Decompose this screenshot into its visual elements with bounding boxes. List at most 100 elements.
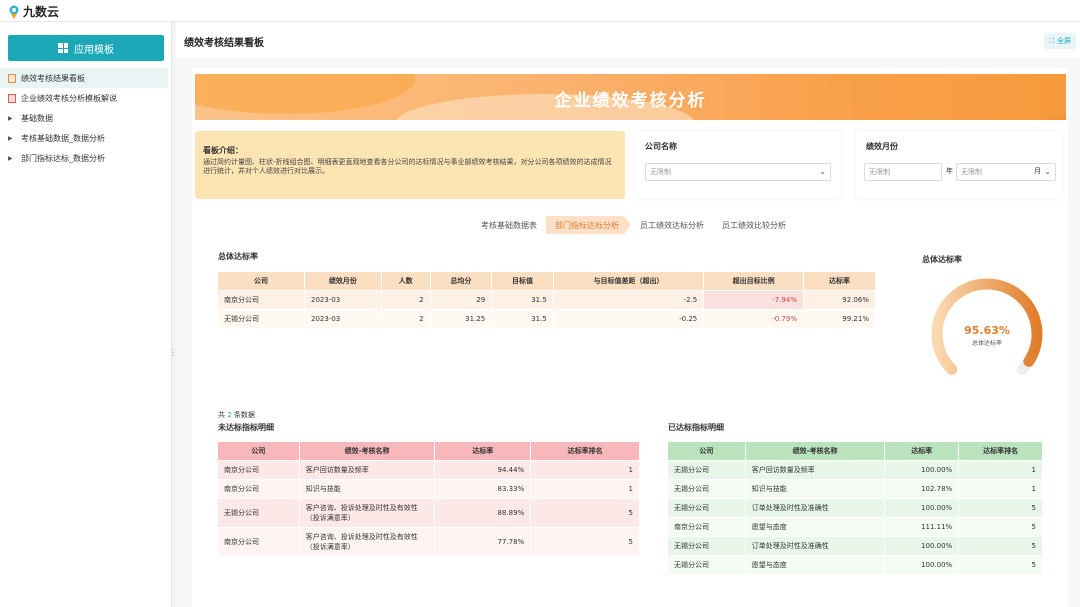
- logo-text: 九数云: [23, 5, 60, 19]
- tab-employee-compare[interactable]: 员工绩效比较分析: [713, 216, 795, 234]
- table-row[interactable]: 无锡分公司 愿望与态度 100.00% 5: [667, 555, 1043, 575]
- column-header: 达标率排名: [958, 441, 1043, 461]
- table-cell: 愿望与态度: [744, 517, 886, 537]
- table-cell: 南京分公司: [217, 479, 300, 499]
- banner-title: 企业绩效考核分析: [554, 91, 707, 111]
- table-cell: 知识与技能: [298, 479, 436, 499]
- table-cell: 5: [530, 498, 640, 528]
- column-header: 总均分: [429, 271, 493, 291]
- unmet-table: 公司 绩效-考核名称 达标率 达标率排名 南京分公司 客户回访数量及频率 94.44% 1 南…: [217, 441, 640, 557]
- sidebar-item-label: 绩效考核结果看板: [21, 73, 85, 83]
- table-row[interactable]: 南京分公司 客户咨询、投诉处理及时性及有效性（投诉满意率） 77.78% 5: [217, 527, 640, 557]
- dashboard-icon: [8, 73, 16, 83]
- table-row[interactable]: 无锡分公司 订单处理及时性及准确性 100.00% 5: [667, 498, 1043, 518]
- table-cell: 客户咨询、投诉处理及时性及有效性（投诉满意率）: [298, 527, 436, 557]
- year-select[interactable]: 无限制: [864, 163, 942, 181]
- table-cell: 无锡分公司: [667, 555, 746, 575]
- table-cell: -0.25: [552, 309, 705, 329]
- table-row[interactable]: 南京分公司 2023-03 2 29 31.5 -2.5 -7.94% 92.06%: [216, 290, 877, 310]
- app-template-button[interactable]: 应用模板: [8, 35, 164, 61]
- month-select-value: 无限制: [961, 168, 982, 176]
- table-cell: 92.06%: [802, 290, 877, 310]
- unmet-title: 未达标指标明细: [218, 423, 274, 432]
- chevron-down-icon: ⌄: [1044, 167, 1051, 176]
- table-row[interactable]: 无锡分公司 客户咨询、投诉处理及时性及有效性（投诉满意率） 88.89% 5: [217, 498, 640, 528]
- table-cell: 100.00%: [884, 536, 960, 556]
- table-row[interactable]: 无锡分公司 知识与技能 102.78% 1: [667, 479, 1043, 499]
- table-cell: 77.78%: [434, 527, 532, 557]
- total-count: 共 2 条数据: [218, 411, 255, 419]
- table-row[interactable]: 南京分公司 知识与技能 83.33% 1: [217, 479, 640, 499]
- month-select[interactable]: 无限制 月 ⌄: [956, 163, 1056, 181]
- sidebar-item-basic-data[interactable]: ▶ 基础数据: [0, 108, 172, 128]
- table-cell: 2: [380, 309, 431, 329]
- table-cell: 知识与技能: [744, 479, 886, 499]
- table-cell: 5: [958, 517, 1043, 537]
- gauge-label: 总体达标率: [971, 340, 1002, 347]
- column-header: 达标率: [884, 441, 960, 461]
- column-header: 超出目标比例: [703, 271, 804, 291]
- page-header: 绩效考核结果看板 ⛶ 全屏: [176, 22, 1080, 58]
- table-row[interactable]: 无锡分公司 订单处理及时性及准确性 100.00% 5: [667, 536, 1043, 556]
- table-cell: 无锡分公司: [216, 309, 306, 329]
- table-row[interactable]: 无锡分公司 2023-03 2 31.25 31.5 -0.25 -0.79% 99.21%: [216, 309, 877, 329]
- month-filter-label: 绩效月份: [866, 142, 898, 151]
- main-content: 绩效考核结果看板 ⛶ 全屏 企业绩效考核分析 看板介绍： 通过简约计量图、柱状-…: [176, 22, 1080, 607]
- column-header: 绩效-考核名称: [744, 441, 886, 461]
- table-cell: 无锡分公司: [667, 460, 746, 480]
- logo-icon: [9, 5, 19, 19]
- sidebar-item-dashboard[interactable]: 绩效考核结果看板: [0, 68, 168, 88]
- tab-basic-data[interactable]: 考核基础数据表: [472, 216, 546, 234]
- fullscreen-label: 全屏: [1057, 37, 1071, 45]
- logo[interactable]: 九数云: [8, 3, 59, 20]
- document-icon: [8, 93, 16, 103]
- table-cell: 客户回访数量及频率: [744, 460, 886, 480]
- company-filter-label: 公司名称: [645, 142, 677, 151]
- sidebar-item-label: 部门指标达标_数据分析: [21, 153, 105, 163]
- app-template-label: 应用模板: [74, 44, 114, 56]
- tab-department-analysis[interactable]: 部门指标达标分析: [546, 216, 631, 234]
- table-cell: 1: [958, 479, 1043, 499]
- table-cell: 102.78%: [884, 479, 960, 499]
- intro-title: 看板介绍：: [203, 146, 243, 155]
- sidebar-item-assessment-analysis[interactable]: ▶ 考核基础数据_数据分析: [0, 128, 172, 148]
- sidebar-item-department-analysis[interactable]: ▶ 部门指标达标_数据分析: [0, 148, 172, 168]
- month-suffix: 月: [1034, 167, 1041, 175]
- table-cell: 客户咨询、投诉处理及时性及有效性（投诉满意率）: [298, 498, 436, 528]
- table-cell: 无锡分公司: [667, 536, 746, 556]
- table-row[interactable]: 南京分公司 客户回访数量及频率 94.44% 1: [217, 460, 640, 480]
- intro-box: 看板介绍： 通过简约计量图、柱状-折线组合图、明细表更直观地查看各分公司的达标情…: [195, 131, 625, 199]
- page-title: 绩效考核结果看板: [184, 38, 264, 49]
- fullscreen-button[interactable]: ⛶ 全屏: [1044, 33, 1076, 49]
- column-header: 达标率: [434, 441, 532, 461]
- tab-employee-analysis[interactable]: 员工绩效达标分析: [631, 216, 713, 234]
- table-cell: 南京分公司: [667, 517, 746, 537]
- table-cell: 2023-03: [304, 309, 382, 329]
- table-row[interactable]: 无锡分公司 客户回访数量及频率 100.00% 1: [667, 460, 1043, 480]
- table-cell: 83.33%: [434, 479, 532, 499]
- year-suffix: 年: [946, 167, 953, 175]
- table-cell: 南京分公司: [216, 290, 306, 310]
- caret-right-icon: ▶: [8, 134, 13, 142]
- banner: 企业绩效考核分析: [195, 74, 1066, 120]
- tab-bar: 考核基础数据表 部门指标达标分析 员工绩效达标分析 员工绩效比较分析: [472, 216, 795, 234]
- table-cell: 无锡分公司: [667, 479, 746, 499]
- sidebar: 应用模板 绩效考核结果看板 企业绩效考核分析模板解说 ▶ 基础数据 ▶ 考核基础…: [0, 22, 177, 607]
- table-cell: 5: [530, 527, 640, 557]
- sidebar-item-template-explain[interactable]: 企业绩效考核分析模板解说: [0, 88, 172, 108]
- table-cell: 99.21%: [802, 309, 877, 329]
- caret-right-icon: ▶: [8, 154, 13, 162]
- table-cell: 愿望与态度: [744, 555, 886, 575]
- chevron-down-icon: ⌄: [819, 167, 826, 176]
- top-bar: 九数云: [0, 0, 1080, 22]
- table-row[interactable]: 南京分公司 愿望与态度 111.11% 5: [667, 517, 1043, 537]
- table-cell: 5: [958, 555, 1043, 575]
- table-cell: 94.44%: [434, 460, 532, 480]
- company-select[interactable]: 无限制 ⌄: [645, 163, 831, 181]
- table-cell: 31.25: [429, 309, 493, 329]
- table-cell: 2023-03: [304, 290, 382, 310]
- table-cell: -2.5: [552, 290, 705, 310]
- gauge-panel: 总体达标率 95.63% 总体达标率: [912, 246, 1062, 404]
- grid-icon: [58, 43, 68, 53]
- overall-title: 总体达标率: [218, 252, 258, 261]
